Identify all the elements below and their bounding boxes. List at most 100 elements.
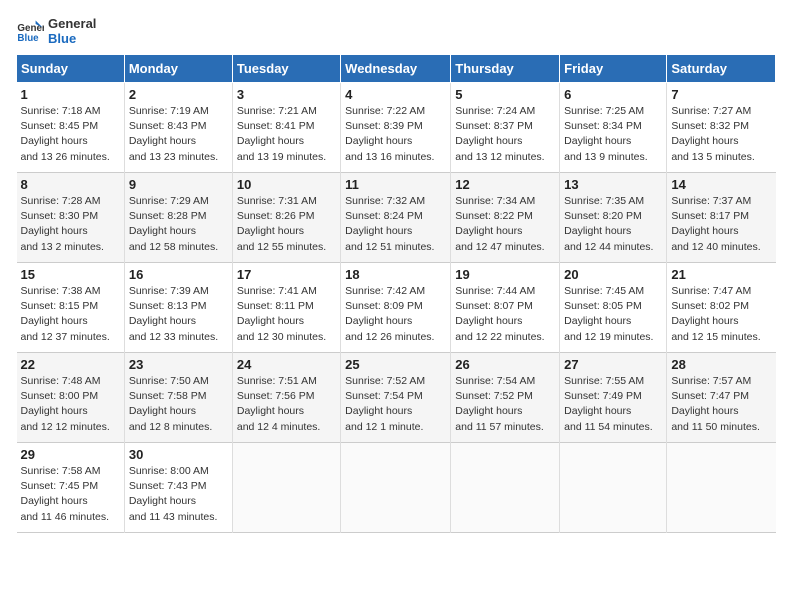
day-info: Sunrise: 7:21 AMSunset: 8:41 PMDaylight …: [237, 104, 336, 165]
day-number: 22: [21, 357, 120, 372]
day-info: Sunrise: 7:44 AMSunset: 8:07 PMDaylight …: [455, 284, 555, 345]
day-info: Sunrise: 7:48 AMSunset: 8:00 PMDaylight …: [21, 374, 120, 435]
day-info: Sunrise: 7:57 AMSunset: 7:47 PMDaylight …: [671, 374, 771, 435]
calendar-day-29: 29 Sunrise: 7:58 AMSunset: 7:45 PMDaylig…: [17, 443, 125, 533]
calendar-day-15: 15 Sunrise: 7:38 AMSunset: 8:15 PMDaylig…: [17, 263, 125, 353]
day-info: Sunrise: 7:58 AMSunset: 7:45 PMDaylight …: [21, 464, 120, 525]
day-number: 10: [237, 177, 336, 192]
day-number: 14: [671, 177, 771, 192]
calendar-week-1: 1 Sunrise: 7:18 AMSunset: 8:45 PMDayligh…: [17, 83, 776, 173]
calendar-day-23: 23 Sunrise: 7:50 AMSunset: 7:58 PMDaylig…: [124, 353, 232, 443]
day-info: Sunrise: 7:18 AMSunset: 8:45 PMDaylight …: [21, 104, 120, 165]
day-number: 3: [237, 87, 336, 102]
calendar-day-14: 14 Sunrise: 7:37 AMSunset: 8:17 PMDaylig…: [667, 173, 776, 263]
calendar-day-2: 2 Sunrise: 7:19 AMSunset: 8:43 PMDayligh…: [124, 83, 232, 173]
day-number: 24: [237, 357, 336, 372]
empty-cell: [232, 443, 340, 533]
day-number: 15: [21, 267, 120, 282]
calendar-day-18: 18 Sunrise: 7:42 AMSunset: 8:09 PMDaylig…: [341, 263, 451, 353]
calendar-day-13: 13 Sunrise: 7:35 AMSunset: 8:20 PMDaylig…: [560, 173, 667, 263]
svg-text:Blue: Blue: [17, 33, 39, 44]
calendar-day-6: 6 Sunrise: 7:25 AMSunset: 8:34 PMDayligh…: [560, 83, 667, 173]
logo-icon: General Blue: [16, 17, 44, 45]
day-number: 30: [129, 447, 228, 462]
logo-general: General: [48, 16, 96, 31]
day-info: Sunrise: 7:27 AMSunset: 8:32 PMDaylight …: [671, 104, 771, 165]
day-number: 12: [455, 177, 555, 192]
calendar-day-11: 11 Sunrise: 7:32 AMSunset: 8:24 PMDaylig…: [341, 173, 451, 263]
day-info: Sunrise: 8:00 AMSunset: 7:43 PMDaylight …: [129, 464, 228, 525]
day-info: Sunrise: 7:38 AMSunset: 8:15 PMDaylight …: [21, 284, 120, 345]
logo-blue: Blue: [48, 31, 96, 46]
day-info: Sunrise: 7:47 AMSunset: 8:02 PMDaylight …: [671, 284, 771, 345]
day-info: Sunrise: 7:37 AMSunset: 8:17 PMDaylight …: [671, 194, 771, 255]
day-number: 17: [237, 267, 336, 282]
calendar-day-5: 5 Sunrise: 7:24 AMSunset: 8:37 PMDayligh…: [451, 83, 560, 173]
day-info: Sunrise: 7:34 AMSunset: 8:22 PMDaylight …: [455, 194, 555, 255]
calendar-day-26: 26 Sunrise: 7:54 AMSunset: 7:52 PMDaylig…: [451, 353, 560, 443]
calendar-day-4: 4 Sunrise: 7:22 AMSunset: 8:39 PMDayligh…: [341, 83, 451, 173]
day-info: Sunrise: 7:50 AMSunset: 7:58 PMDaylight …: [129, 374, 228, 435]
day-info: Sunrise: 7:42 AMSunset: 8:09 PMDaylight …: [345, 284, 446, 345]
day-number: 16: [129, 267, 228, 282]
calendar-day-3: 3 Sunrise: 7:21 AMSunset: 8:41 PMDayligh…: [232, 83, 340, 173]
day-info: Sunrise: 7:31 AMSunset: 8:26 PMDaylight …: [237, 194, 336, 255]
calendar-week-3: 15 Sunrise: 7:38 AMSunset: 8:15 PMDaylig…: [17, 263, 776, 353]
day-number: 27: [564, 357, 662, 372]
calendar-day-25: 25 Sunrise: 7:52 AMSunset: 7:54 PMDaylig…: [341, 353, 451, 443]
calendar-table: SundayMondayTuesdayWednesdayThursdayFrid…: [16, 54, 776, 533]
day-number: 20: [564, 267, 662, 282]
calendar-day-30: 30 Sunrise: 8:00 AMSunset: 7:43 PMDaylig…: [124, 443, 232, 533]
day-number: 19: [455, 267, 555, 282]
day-info: Sunrise: 7:29 AMSunset: 8:28 PMDaylight …: [129, 194, 228, 255]
day-number: 7: [671, 87, 771, 102]
day-info: Sunrise: 7:39 AMSunset: 8:13 PMDaylight …: [129, 284, 228, 345]
day-info: Sunrise: 7:22 AMSunset: 8:39 PMDaylight …: [345, 104, 446, 165]
day-info: Sunrise: 7:45 AMSunset: 8:05 PMDaylight …: [564, 284, 662, 345]
empty-cell: [667, 443, 776, 533]
calendar-day-7: 7 Sunrise: 7:27 AMSunset: 8:32 PMDayligh…: [667, 83, 776, 173]
empty-cell: [341, 443, 451, 533]
calendar-week-2: 8 Sunrise: 7:28 AMSunset: 8:30 PMDayligh…: [17, 173, 776, 263]
day-number: 9: [129, 177, 228, 192]
calendar-day-1: 1 Sunrise: 7:18 AMSunset: 8:45 PMDayligh…: [17, 83, 125, 173]
header-thursday: Thursday: [451, 55, 560, 83]
calendar-day-12: 12 Sunrise: 7:34 AMSunset: 8:22 PMDaylig…: [451, 173, 560, 263]
header-tuesday: Tuesday: [232, 55, 340, 83]
day-number: 6: [564, 87, 662, 102]
calendar-day-17: 17 Sunrise: 7:41 AMSunset: 8:11 PMDaylig…: [232, 263, 340, 353]
calendar-header-row: SundayMondayTuesdayWednesdayThursdayFrid…: [17, 55, 776, 83]
day-info: Sunrise: 7:54 AMSunset: 7:52 PMDaylight …: [455, 374, 555, 435]
calendar-day-24: 24 Sunrise: 7:51 AMSunset: 7:56 PMDaylig…: [232, 353, 340, 443]
calendar-day-27: 27 Sunrise: 7:55 AMSunset: 7:49 PMDaylig…: [560, 353, 667, 443]
day-info: Sunrise: 7:32 AMSunset: 8:24 PMDaylight …: [345, 194, 446, 255]
day-info: Sunrise: 7:24 AMSunset: 8:37 PMDaylight …: [455, 104, 555, 165]
empty-cell: [451, 443, 560, 533]
day-number: 11: [345, 177, 446, 192]
day-number: 2: [129, 87, 228, 102]
day-info: Sunrise: 7:19 AMSunset: 8:43 PMDaylight …: [129, 104, 228, 165]
calendar-week-5: 29 Sunrise: 7:58 AMSunset: 7:45 PMDaylig…: [17, 443, 776, 533]
calendar-day-10: 10 Sunrise: 7:31 AMSunset: 8:26 PMDaylig…: [232, 173, 340, 263]
header-monday: Monday: [124, 55, 232, 83]
day-number: 5: [455, 87, 555, 102]
calendar-day-21: 21 Sunrise: 7:47 AMSunset: 8:02 PMDaylig…: [667, 263, 776, 353]
calendar-day-9: 9 Sunrise: 7:29 AMSunset: 8:28 PMDayligh…: [124, 173, 232, 263]
header-wednesday: Wednesday: [341, 55, 451, 83]
calendar-day-20: 20 Sunrise: 7:45 AMSunset: 8:05 PMDaylig…: [560, 263, 667, 353]
header-friday: Friday: [560, 55, 667, 83]
calendar-week-4: 22 Sunrise: 7:48 AMSunset: 8:00 PMDaylig…: [17, 353, 776, 443]
day-number: 28: [671, 357, 771, 372]
header-saturday: Saturday: [667, 55, 776, 83]
calendar-day-8: 8 Sunrise: 7:28 AMSunset: 8:30 PMDayligh…: [17, 173, 125, 263]
day-info: Sunrise: 7:28 AMSunset: 8:30 PMDaylight …: [21, 194, 120, 255]
header-sunday: Sunday: [17, 55, 125, 83]
day-number: 8: [21, 177, 120, 192]
calendar-day-22: 22 Sunrise: 7:48 AMSunset: 8:00 PMDaylig…: [17, 353, 125, 443]
day-number: 13: [564, 177, 662, 192]
day-info: Sunrise: 7:35 AMSunset: 8:20 PMDaylight …: [564, 194, 662, 255]
day-number: 26: [455, 357, 555, 372]
day-info: Sunrise: 7:51 AMSunset: 7:56 PMDaylight …: [237, 374, 336, 435]
day-number: 18: [345, 267, 446, 282]
logo: General Blue General Blue: [16, 16, 96, 46]
